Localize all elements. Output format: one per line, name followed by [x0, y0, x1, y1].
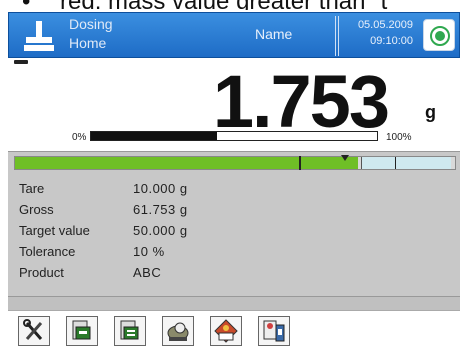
- info-row: Product ABC: [19, 262, 253, 283]
- database-button[interactable]: [162, 316, 194, 346]
- threshold-target-marker: [395, 157, 396, 169]
- info-value: 10.000 g: [133, 181, 188, 196]
- threshold-bar: [14, 155, 456, 170]
- zero-scale-icon: [120, 320, 139, 340]
- cdb-product-icon: [214, 319, 238, 343]
- date-text: 05.05.2009: [357, 19, 413, 31]
- info-row: Tolerance 10 %: [19, 241, 253, 262]
- info-row: Tare 10.000 g: [19, 178, 253, 199]
- info-panel: Tare 10.000 g Gross 61.753 g Target value 50.…: [8, 151, 460, 296]
- tare-button[interactable]: [66, 316, 98, 346]
- header-divider: [335, 16, 339, 56]
- info-label: Tare: [19, 181, 45, 196]
- info-value: 61.753 g: [133, 202, 188, 217]
- tools-icon: [23, 319, 43, 340]
- weight-value: 1.753: [212, 60, 390, 143]
- printer-user-icon: [263, 320, 285, 342]
- page-caption: • red: mass value greater than "t: [0, 0, 461, 10]
- function-toolbar: [8, 310, 460, 349]
- weight-display: 1.753 g 0% 100%: [8, 58, 460, 150]
- database-icon: [167, 322, 189, 341]
- zero-button[interactable]: [114, 316, 146, 346]
- scale-weighing-icon[interactable]: [23, 19, 55, 53]
- threshold-progress: [15, 157, 359, 169]
- info-row: Target value 50.000 g: [19, 220, 253, 241]
- weight-unit[interactable]: g: [425, 102, 436, 123]
- date-time: 05.05.2009 09:10:00: [349, 17, 413, 49]
- info-label: Tolerance: [19, 244, 76, 259]
- tools-button[interactable]: [18, 316, 50, 346]
- bar-max-label: 100%: [386, 132, 412, 143]
- bar-min-label: 0%: [72, 132, 87, 143]
- mode-screen: Home: [69, 35, 107, 51]
- user-name-label[interactable]: Name: [255, 26, 292, 42]
- info-label: Gross: [19, 202, 54, 217]
- stability-marker-icon: [14, 60, 28, 64]
- info-list: Tare 10.000 g Gross 61.753 g Target value 50.…: [19, 178, 253, 283]
- title-bar: Dosing Home Name 05.05.2009 09:10:00: [8, 12, 460, 58]
- status-button[interactable]: [423, 19, 455, 51]
- info-value: ABC: [133, 265, 162, 280]
- info-label: Product: [19, 265, 64, 280]
- status-dot-icon: [435, 31, 445, 41]
- info-label: Target value: [19, 223, 90, 238]
- mode-indicator: Dosing Home: [69, 15, 113, 53]
- info-row: Gross 61.753 g: [19, 199, 253, 220]
- info-value: 10 %: [133, 244, 165, 259]
- print-button[interactable]: [258, 316, 290, 346]
- caption-bullet: •: [22, 0, 30, 10]
- caption-text: red: mass value greater than "t: [60, 0, 387, 10]
- product-database-button[interactable]: [210, 316, 242, 346]
- mode-name: Dosing: [69, 16, 113, 32]
- status-strip: [8, 296, 460, 310]
- capacity-bar: [90, 131, 378, 141]
- threshold-min-marker: [299, 156, 301, 170]
- time-text: 09:10:00: [370, 35, 413, 47]
- tare-scale-icon: [72, 320, 91, 340]
- capacity-bar-fill: [91, 132, 217, 140]
- threshold-target-zone: [361, 157, 451, 169]
- threshold-pointer-icon: [341, 155, 349, 161]
- info-value: 50.000 g: [133, 223, 188, 238]
